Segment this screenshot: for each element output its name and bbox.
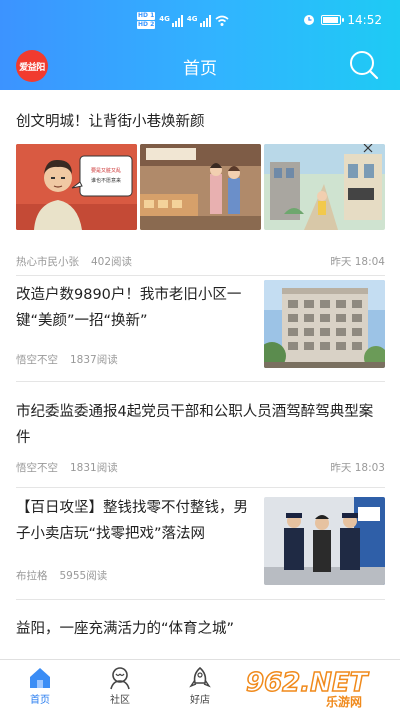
- news-feed[interactable]: 创文明城！让背街小巷焕新颜 要是又脏又乱 谁也不愿意来 热心市民小张 402阅读…: [0, 90, 400, 659]
- community-icon: [110, 667, 130, 690]
- article-title: 益阳，一座充满活力的“体育之城”: [16, 621, 235, 637]
- article-title: 市纪委监委通报4起党员干部和公职人员酒驾醉驾典型案件: [16, 404, 374, 446]
- signal2-icon: 4G: [186, 14, 211, 27]
- battery-icon: [321, 15, 345, 25]
- tab-label: 好店: [190, 695, 210, 706]
- article-reads: 402阅读: [91, 256, 133, 268]
- article-thumbnail[interactable]: [140, 144, 261, 230]
- search-icon[interactable]: [348, 49, 380, 81]
- wifi-icon: [215, 15, 229, 26]
- article-item[interactable]: 改造户数9890户！我市老旧小区一键“美颜”一招“换新” 悟空不空 1837阅读: [16, 276, 385, 382]
- app-header: HD 1 HD 2 4G 4G 14:52 爱益阳 首页: [0, 0, 400, 90]
- article-author: 悟空不空: [16, 354, 58, 366]
- tab-community[interactable]: 社区: [90, 666, 150, 706]
- watermark-text: 962.NET: [246, 668, 370, 698]
- article-thumbnail[interactable]: [264, 144, 385, 230]
- tab-label: 社区: [110, 695, 130, 706]
- signal1-icon: 4G: [159, 14, 183, 27]
- article-item[interactable]: 市纪委监委通报4起党员干部和公职人员酒驾醉驾典型案件 悟空不空 1831阅读 昨…: [16, 382, 385, 488]
- home-icon: [30, 668, 50, 688]
- article-reads: 1837阅读: [70, 354, 118, 366]
- article-reads: 1831阅读: [70, 462, 118, 474]
- clock: 14:52: [347, 13, 382, 27]
- article-title: 创文明城！让背街小巷焕新颜: [16, 114, 205, 130]
- article-item[interactable]: 创文明城！让背街小巷焕新颜 要是又脏又乱 谁也不愿意来 热心市民小张 402阅读…: [16, 106, 385, 276]
- article-author: 悟空不空: [16, 462, 58, 474]
- bubble-text: 要是又脏又乱: [91, 167, 121, 174]
- alarm-icon: [304, 15, 315, 25]
- tab-home[interactable]: 首页: [10, 666, 70, 706]
- article-thumbnail[interactable]: [264, 497, 385, 585]
- shop-icon: [189, 666, 211, 688]
- tab-shop[interactable]: 好店: [170, 666, 230, 706]
- sim2-label: HD 2: [137, 21, 156, 29]
- article-reads: 5955阅读: [59, 570, 108, 582]
- article-thumbnail[interactable]: 要是又脏又乱 谁也不愿意来: [16, 144, 137, 230]
- article-title: 【百日攻坚】整钱找零不付整钱，男子小卖店玩“找零把戏”落法网: [16, 500, 248, 542]
- network1-label: 4G: [159, 14, 170, 23]
- article-item[interactable]: 【百日攻坚】整钱找零不付整钱，男子小卖店玩“找零把戏”落法网 布拉格 5955阅…: [16, 488, 385, 600]
- watermark-sub: 乐游网: [326, 694, 362, 709]
- status-bar: HD 1 HD 2 4G 4G 14:52: [0, 0, 400, 44]
- article-title: 改造户数9890户！我市老旧小区一键“美颜”一招“换新”: [16, 287, 242, 329]
- sim1-label: HD 1: [137, 12, 156, 20]
- article-time: 昨天 18:04: [330, 256, 385, 268]
- article-item[interactable]: 益阳，一座充满活力的“体育之城”: [16, 600, 385, 659]
- svg-text:谁也不愿意来: 谁也不愿意来: [91, 177, 121, 184]
- article-thumbnail[interactable]: [264, 280, 385, 368]
- site-watermark: 962.NET 乐游网: [242, 665, 392, 709]
- article-author: 热心市民小张: [16, 256, 79, 268]
- article-author: 布拉格: [16, 570, 48, 582]
- network2-label: 4G: [186, 14, 198, 23]
- tab-label: 首页: [30, 695, 50, 706]
- page-title: 首页: [183, 59, 217, 79]
- sim-indicator: HD 1 HD 2: [137, 12, 156, 29]
- article-time: 昨天 18:03: [330, 462, 385, 474]
